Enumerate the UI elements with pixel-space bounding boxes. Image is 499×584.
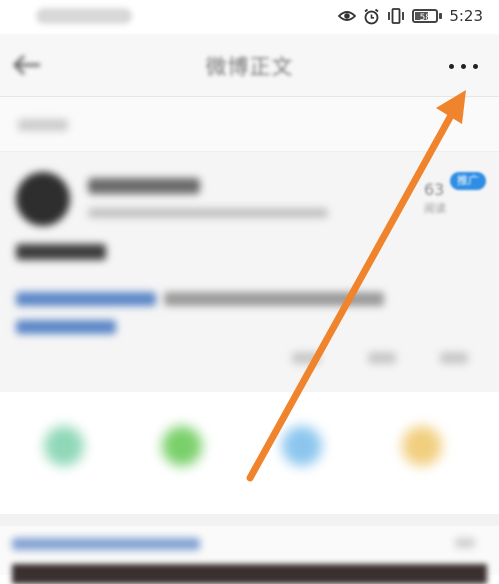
- action-share-blurred[interactable]: [292, 352, 320, 364]
- post-link-blurred[interactable]: [16, 292, 156, 306]
- action-like-blurred[interactable]: [440, 352, 468, 364]
- post-text-blurred: [16, 244, 106, 260]
- related-more-blurred[interactable]: [455, 538, 475, 548]
- battery-icon: 58: [412, 9, 443, 23]
- user-meta-blurred: [88, 208, 328, 218]
- carrier-info-blurred: [36, 8, 132, 24]
- promo-badge: 推广: [450, 172, 486, 190]
- alarm-icon: [363, 8, 380, 25]
- forward-strip-blurred: [0, 97, 499, 152]
- related-image-blurred: [12, 564, 487, 584]
- share-qq-icon[interactable]: [282, 426, 322, 466]
- battery-level: 58: [419, 13, 432, 23]
- share-other-icon[interactable]: [402, 426, 442, 466]
- more-dots-icon[interactable]: [441, 54, 485, 78]
- post-body-blurred: [164, 292, 384, 306]
- read-count: 63: [424, 180, 445, 199]
- divider: [0, 514, 499, 526]
- status-time: 5:23: [449, 7, 483, 25]
- action-comment-blurred[interactable]: [368, 352, 396, 364]
- share-moments-icon[interactable]: [44, 426, 84, 466]
- read-label: 阅读: [424, 202, 446, 215]
- status-icons: 58 5:23: [338, 7, 483, 25]
- share-wechat-icon[interactable]: [162, 426, 202, 466]
- username-blurred: [88, 178, 200, 194]
- related-link-blurred[interactable]: [12, 538, 200, 550]
- nav-bar: 微博正文: [0, 34, 499, 97]
- avatar[interactable]: [16, 172, 70, 226]
- related-strip: [0, 526, 499, 584]
- page-title: 微博正文: [205, 55, 294, 79]
- eye-icon: [338, 9, 357, 23]
- status-bar: 58 5:23: [0, 0, 499, 34]
- post-link-2-blurred[interactable]: [16, 320, 116, 334]
- post-card: 63 阅读 推广: [0, 152, 499, 392]
- vibrate-icon: [387, 8, 405, 24]
- share-row: [0, 392, 499, 514]
